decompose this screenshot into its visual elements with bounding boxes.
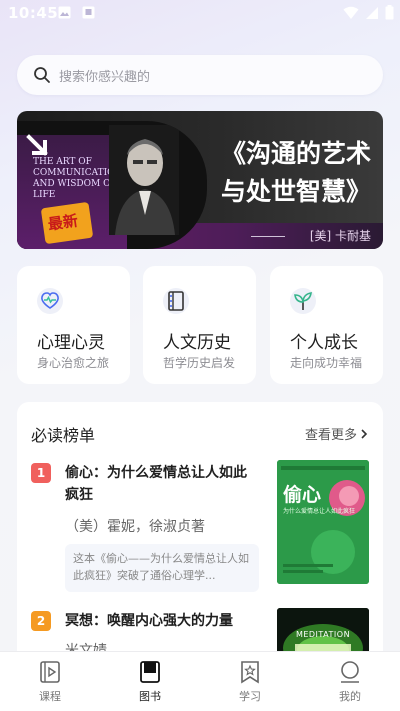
rank-book-title: 偷心：为什么爱情总让人如此疯狂 [65,465,247,503]
cover-title: MEDITATION [295,630,351,639]
cover-title: 偷心 [283,484,322,506]
category-title: 个人成长 [290,333,358,353]
nav-item-books[interactable]: 图书 [100,652,200,711]
ranking-panel: 必读榜单 查看更多 1 偷心：为什么爱情总让人如此疯狂 （美）霍妮，徐淑贞著 这… [17,402,383,662]
rank-book-cover[interactable]: 偷心 为什么爱情总让人如此疯狂 [277,460,369,584]
banner-title: 《沟通的艺术 与处世智慧》 [220,139,371,206]
search-input[interactable]: 搜索你感兴趣的 [59,66,150,85]
status-time: 10:45 [8,4,59,22]
search-icon [34,67,50,83]
nav-label: 图书 [139,690,161,703]
banner-author-dash [251,236,285,237]
category-title: 人文历史 [163,333,231,353]
ranking-heading: 必读榜单 [31,426,96,445]
rank-badge: 2 [31,611,51,631]
film-book-icon [168,291,184,311]
banner-book-cover: THE ART OF COMMUNICATION AND WISDOM OF L… [17,121,207,249]
rank-book-author: （美）霍妮，徐淑贞著 [65,519,205,535]
nav-label: 学习 [239,690,261,703]
category-card-history[interactable]: 人文历史 哲学历史启发 [143,266,256,384]
book-cover-art [277,460,369,584]
sprout-icon [294,292,312,310]
search-bar[interactable]: 搜索你感兴趣的 [17,55,383,95]
rank-book-description: 这本《偷心——为什么爱情总让人如此疯狂》突破了通俗心理学... [65,544,259,592]
author-portrait [109,125,179,235]
chevron-right-icon [361,428,368,439]
status-bar: 10:45 [0,0,400,28]
image-notification-icon [58,6,71,19]
banner-author: [美] 卡耐基 [309,229,371,243]
category-card-psychology[interactable]: 心理心灵 身心治愈之旅 [17,266,130,384]
nav-label: 我的 [339,690,361,703]
rank-badge: 1 [31,463,51,483]
view-more-link[interactable]: 查看更多 [305,424,369,443]
nav-item-study[interactable]: 学习 [200,652,300,711]
play-course-icon [40,661,60,683]
heart-pulse-icon [41,292,59,309]
featured-banner[interactable]: THE ART OF COMMUNICATION AND WISDOM OF L… [17,111,383,249]
status-right [343,5,394,20]
battery-icon [385,5,394,20]
category-subtitle: 走向成功幸福 [290,356,363,370]
cover-badge: 最新 [40,201,94,245]
nav-label: 课程 [39,690,61,703]
category-subtitle: 身心治愈之旅 [37,356,110,370]
profile-icon [341,661,359,683]
category-title: 心理心灵 [37,333,105,353]
signal-icon [366,6,378,19]
cover-subtitle: 为什么爱情总让人如此疯狂 [283,508,356,515]
bookmark-star-icon [241,661,259,684]
nav-item-profile[interactable]: 我的 [300,652,400,711]
bottom-nav: 课程 图书 学习 我的 [0,651,400,711]
category-subtitle: 哲学历史启发 [163,356,236,370]
nav-item-courses[interactable]: 课程 [0,652,100,711]
wifi-icon [343,6,359,19]
book-icon [140,661,160,683]
category-card-growth[interactable]: 个人成长 走向成功幸福 [270,266,383,384]
app-notification-icon [82,6,95,19]
rank-book-title: 冥想：唤醒内心强大的力量 [65,613,233,629]
